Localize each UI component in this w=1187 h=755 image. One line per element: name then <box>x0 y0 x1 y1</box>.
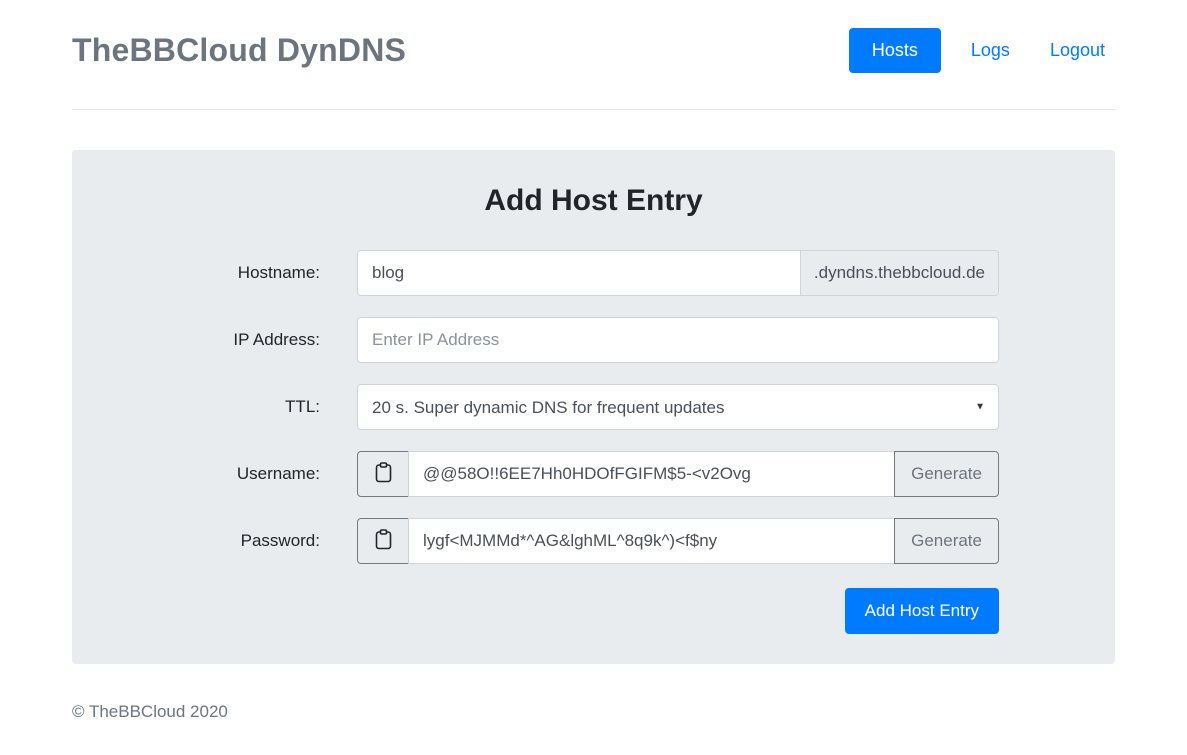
page-title: TheBBCloud DynDNS <box>72 32 406 69</box>
ip-address-label: IP Address: <box>72 330 320 350</box>
ttl-select[interactable]: 20 s. Super dynamic DNS for frequent upd… <box>357 384 999 430</box>
username-generate-button[interactable]: Generate <box>894 451 999 497</box>
ip-address-row: IP Address: <box>72 317 1115 363</box>
nav-link-logs[interactable]: Logs <box>961 40 1020 61</box>
hostname-input-group: .dyndns.thebbcloud.de <box>357 250 999 296</box>
hostname-input[interactable] <box>357 250 801 296</box>
copyright-text: © TheBBCloud 2020 <box>72 702 228 721</box>
header-divider <box>72 109 1115 110</box>
hostname-row: Hostname: .dyndns.thebbcloud.de <box>72 250 1115 296</box>
password-copy-button[interactable] <box>357 518 409 564</box>
password-generate-button[interactable]: Generate <box>894 518 999 564</box>
password-input[interactable] <box>408 518 895 564</box>
ttl-select-wrap: 20 s. Super dynamic DNS for frequent upd… <box>357 384 999 430</box>
ip-address-input-group <box>357 317 999 363</box>
hostname-domain-suffix: .dyndns.thebbcloud.de <box>801 250 999 296</box>
username-copy-button[interactable] <box>357 451 409 497</box>
username-input[interactable] <box>408 451 895 497</box>
ttl-row: TTL: 20 s. Super dynamic DNS for frequen… <box>72 384 1115 430</box>
clipboard-icon <box>375 462 392 486</box>
password-label: Password: <box>72 531 320 551</box>
page-container: TheBBCloud DynDNS Hosts Logs Logout Add … <box>72 0 1115 722</box>
submit-row: Add Host Entry <box>357 588 999 634</box>
ip-address-input[interactable] <box>357 317 999 363</box>
clipboard-icon <box>375 529 392 553</box>
add-host-entry-button[interactable]: Add Host Entry <box>845 588 999 634</box>
username-label: Username: <box>72 464 320 484</box>
ttl-input-group: 20 s. Super dynamic DNS for frequent upd… <box>357 384 999 430</box>
site-footer: © TheBBCloud 2020 <box>72 702 1115 722</box>
password-row: Password: Generate <box>72 518 1115 564</box>
card-title: Add Host Entry <box>72 184 1115 218</box>
username-input-group: Generate <box>357 451 999 497</box>
password-input-group: Generate <box>357 518 999 564</box>
site-header: TheBBCloud DynDNS Hosts Logs Logout <box>72 0 1115 73</box>
add-host-card: Add Host Entry Hostname: .dyndns.thebbcl… <box>72 150 1115 664</box>
username-row: Username: Generate <box>72 451 1115 497</box>
hostname-label: Hostname: <box>72 263 320 283</box>
main-nav: Hosts Logs Logout <box>849 28 1115 73</box>
ttl-label: TTL: <box>72 397 320 417</box>
nav-link-logout[interactable]: Logout <box>1040 40 1115 61</box>
nav-tab-hosts[interactable]: Hosts <box>849 28 941 73</box>
